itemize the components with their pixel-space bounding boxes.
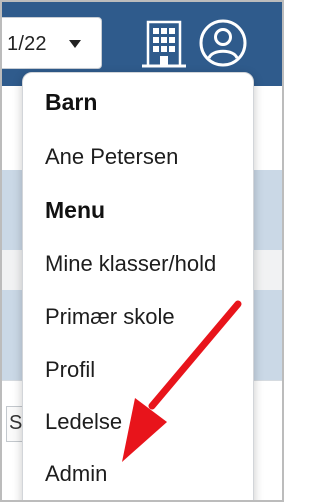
background-field-text: S (9, 412, 23, 434)
menu-item-profil[interactable]: Profil (45, 357, 95, 383)
menu-section-heading-menu: Menu (45, 197, 106, 223)
menu-section-heading-barn: Barn (45, 89, 98, 115)
building-icon[interactable] (142, 20, 186, 68)
menu-item-ane-petersen[interactable]: Ane Petersen (45, 144, 178, 170)
period-select-value: 1/22 (7, 33, 47, 55)
screenshot-frame: 1/22 S Barn Ane Petersen Menu Mine klass… (0, 0, 284, 502)
period-select[interactable]: 1/22 (2, 17, 102, 69)
menu-item-mine-klasser-hold[interactable]: Mine klasser/hold (45, 251, 216, 277)
menu-item-admin[interactable]: Admin (45, 461, 107, 487)
menu-item-ledelse[interactable]: Ledelse (45, 409, 122, 435)
user-dropdown-menu: Barn Ane Petersen Menu Mine klasser/hold… (22, 72, 254, 500)
menu-item-primaer-skole[interactable]: Primær skole (45, 304, 175, 330)
user-account-icon[interactable] (198, 18, 248, 68)
chevron-down-icon (69, 40, 81, 48)
